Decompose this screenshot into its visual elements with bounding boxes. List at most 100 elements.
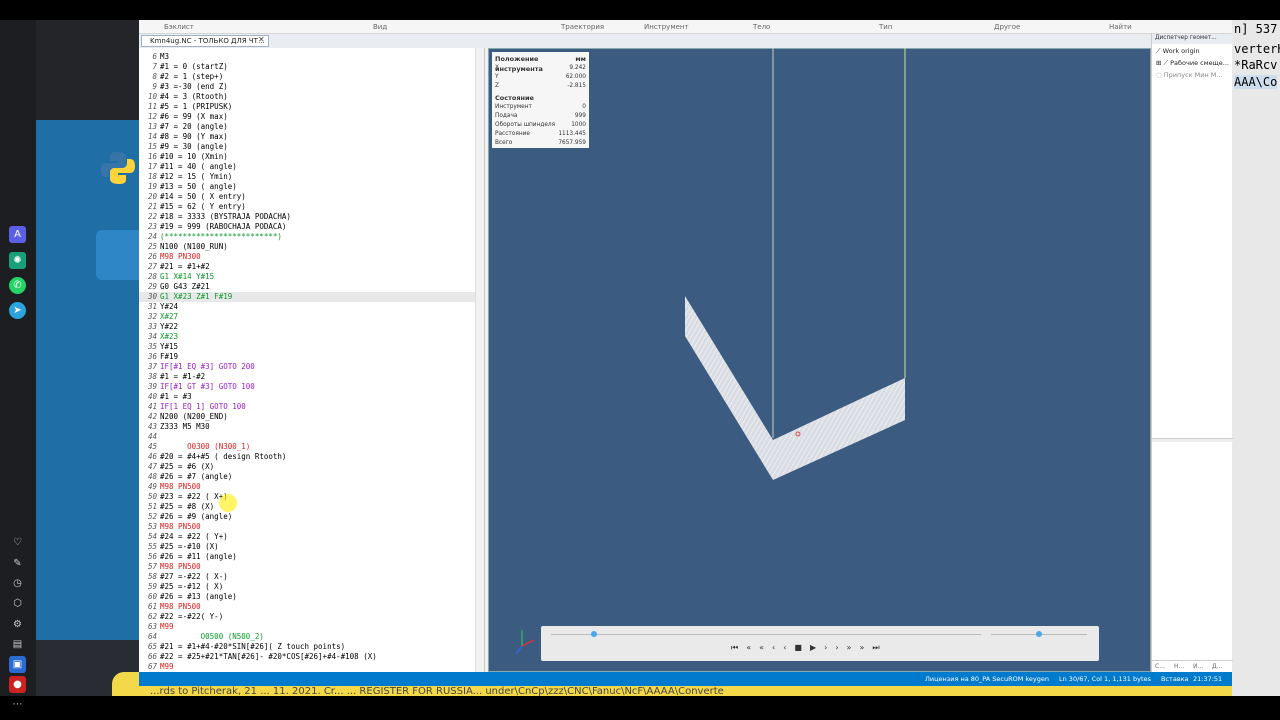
menu-item[interactable]: Вид bbox=[373, 23, 387, 31]
code-line[interactable]: 26 M98 PN300 bbox=[139, 252, 484, 262]
code-line[interactable]: 35 Y#15 bbox=[139, 342, 484, 352]
code-line[interactable]: 39 IF[#1 GT #3] GOTO 100 bbox=[139, 382, 484, 392]
code-line[interactable]: 11 #5 = 1 (PRIPUSK) bbox=[139, 102, 484, 112]
code-line[interactable]: 31 Y#24 bbox=[139, 302, 484, 312]
code-line[interactable]: 13 #7 = 20 (angle) bbox=[139, 122, 484, 132]
code-line[interactable]: 62 #22 =-#22( Y-) bbox=[139, 612, 484, 622]
code-line[interactable]: 63 M99 bbox=[139, 622, 484, 632]
code-line[interactable]: 10 #4 = 3 (Rtooth) bbox=[139, 92, 484, 102]
step-forward-3-icon[interactable]: » bbox=[847, 643, 852, 655]
step-forward-4-icon[interactable]: » bbox=[859, 643, 864, 655]
code-line[interactable]: 42 N200 (N200_END) bbox=[139, 412, 484, 422]
code-line[interactable]: 24 (*************************) bbox=[139, 232, 484, 242]
code-line[interactable]: 7 #1 = 0 (startZ) bbox=[139, 62, 484, 72]
code-line[interactable]: 23 #19 = 999 (RABOCHAJA PODACA) bbox=[139, 222, 484, 232]
heart-icon[interactable]: ♡ bbox=[9, 534, 26, 551]
tree-item-stock[interactable]: ◌ Припуск Мин М... bbox=[1156, 71, 1223, 79]
code-line[interactable]: 12 #6 = 99 (X max) bbox=[139, 112, 484, 122]
panel-tab[interactable]: И... bbox=[1193, 663, 1203, 670]
edit-icon[interactable]: ✎ bbox=[9, 555, 26, 572]
code-line[interactable]: 8 #2 = 1 (step+) bbox=[139, 72, 484, 82]
play-icon[interactable]: ▶ bbox=[810, 643, 816, 655]
step-back-icon[interactable]: ‹ bbox=[783, 643, 786, 655]
code-line[interactable]: 53 M98 PN500 bbox=[139, 522, 484, 532]
3d-viewport[interactable]: Положение инструмента мм X 9.242 Y 62.000 Z… bbox=[488, 48, 1151, 672]
code-line[interactable]: 45 O0300 (N300_1) bbox=[139, 442, 484, 452]
panel-tab[interactable]: Н... bbox=[1174, 663, 1184, 670]
skip-start-icon[interactable]: ⏮ bbox=[731, 643, 738, 655]
code-line[interactable]: 64 O0500 (N500_2) bbox=[139, 632, 484, 642]
code-line[interactable]: 58 #27 =-#22 ( X-) bbox=[139, 572, 484, 582]
code-line[interactable]: 32 X#27 bbox=[139, 312, 484, 322]
code-line[interactable]: 28 G1 X#14 Y#15 bbox=[139, 272, 484, 282]
menu-item[interactable]: Инструмент bbox=[644, 23, 689, 31]
code-editor[interactable]: 6 M3 7 #1 = 0 (startZ) 8 #2 = 1 (step+) 9 #3 =-… bbox=[139, 48, 485, 672]
speed-slider-thumb[interactable] bbox=[1036, 631, 1042, 637]
code-line[interactable]: 44 bbox=[139, 432, 484, 442]
code-line[interactable]: 49 M98 PN500 bbox=[139, 482, 484, 492]
code-line[interactable]: 50 #23 = #22 ( X+) bbox=[139, 492, 484, 502]
code-line[interactable]: 38 #1 = #1-#2 bbox=[139, 372, 484, 382]
record-icon[interactable]: ● bbox=[9, 676, 26, 693]
menu-item[interactable]: Траектория bbox=[561, 23, 604, 31]
aria-icon[interactable]: A bbox=[9, 226, 26, 243]
step-back-3-icon[interactable]: ‹ bbox=[772, 643, 775, 655]
close-icon[interactable]: ✕ bbox=[258, 35, 265, 44]
code-line[interactable]: 25 N100 (N100_RUN) bbox=[139, 242, 484, 252]
code-line[interactable]: 37 IF[#1 EQ #3] GOTO 200 bbox=[139, 362, 484, 372]
code-line[interactable]: 27 #21 = #1+#2 bbox=[139, 262, 484, 272]
skip-end-icon[interactable]: ⏭ bbox=[872, 643, 879, 655]
step-forward-2-icon[interactable]: › bbox=[835, 643, 838, 655]
code-line[interactable]: 51 #25 = #8 (X) bbox=[139, 502, 484, 512]
step-forward-icon[interactable]: › bbox=[824, 643, 827, 655]
code-line[interactable]: 46 #20 = #4+#5 ( design Rtooth) bbox=[139, 452, 484, 462]
code-line[interactable]: 33 Y#22 bbox=[139, 322, 484, 332]
code-line[interactable]: 18 #12 = 15 ( Ymin) bbox=[139, 172, 484, 182]
code-line[interactable]: 15 #9 = 30 (angle) bbox=[139, 142, 484, 152]
history-icon[interactable]: ◷ bbox=[9, 575, 26, 592]
telegram-icon[interactable]: ➤ bbox=[9, 302, 26, 319]
tree-item-offsets[interactable]: ⊞ ⟋ Рабочие смеще... bbox=[1156, 59, 1229, 68]
code-line[interactable]: 29 G0 G43 Z#21 bbox=[139, 282, 484, 292]
editor-scrollbar[interactable] bbox=[475, 48, 484, 672]
code-line[interactable]: 22 #18 = 3333 (BYSTRAJA PODACHA) bbox=[139, 212, 484, 222]
step-back-4-icon[interactable]: « bbox=[759, 643, 764, 655]
cube-icon[interactable]: ⬡ bbox=[9, 595, 26, 612]
menu-item[interactable]: Тело bbox=[753, 23, 770, 31]
code-line[interactable]: 20 #14 = 50 ( X entry) bbox=[139, 192, 484, 202]
code-line[interactable]: 19 #13 = 50 ( angle) bbox=[139, 182, 484, 192]
code-line[interactable]: 66 #22 = #25+#21*TAN[#26]- #20*COS[#26]+#… bbox=[139, 652, 484, 662]
code-line[interactable]: 54 #24 = #22 ( Y+) bbox=[139, 532, 484, 542]
code-line[interactable]: 21 #15 = 62 ( Y entry) bbox=[139, 202, 484, 212]
code-line[interactable]: 30 G1 X#23 Z#1 F#19 bbox=[139, 292, 484, 302]
file-icon[interactable]: ▤ bbox=[9, 636, 26, 653]
code-line[interactable]: 36 F#19 bbox=[139, 352, 484, 362]
code-line[interactable]: 55 #25 =-#10 (X) bbox=[139, 542, 484, 552]
code-line[interactable]: 43 Z333 M5 M30 bbox=[139, 422, 484, 432]
code-line[interactable]: 67 M99 bbox=[139, 662, 484, 672]
code-line[interactable]: 65 #21 = #1+#4-#20*SIN[#26]( Z touch poin… bbox=[139, 642, 484, 652]
code-line[interactable]: 47 #25 = #6 (X) bbox=[139, 462, 484, 472]
code-line[interactable]: 17 #11 = 40 ( angle) bbox=[139, 162, 484, 172]
progress-slider-thumb[interactable] bbox=[591, 631, 597, 637]
menu-item[interactable]: Бэклист bbox=[164, 23, 194, 31]
code-line[interactable]: 9 #3 =-30 (end Z) bbox=[139, 82, 484, 92]
code-line[interactable]: 16 #10 = 10 (Xmin) bbox=[139, 152, 484, 162]
panel-tab[interactable]: Д... bbox=[1212, 663, 1222, 670]
panel-tab[interactable]: С... bbox=[1155, 663, 1165, 670]
code-line[interactable]: 59 #25 =-#12 ( X) bbox=[139, 582, 484, 592]
settings-icon[interactable]: ⚙ bbox=[9, 616, 26, 633]
menu-item[interactable]: Найти bbox=[1109, 23, 1132, 31]
code-line[interactable]: 57 M98 PN500 bbox=[139, 562, 484, 572]
code-line[interactable]: 52 #26 = #9 (angle) bbox=[139, 512, 484, 522]
code-line[interactable]: 61 M98 PN500 bbox=[139, 602, 484, 612]
chatgpt-icon[interactable]: ✺ bbox=[9, 252, 26, 269]
code-line[interactable]: 56 #26 = #11 (angle) bbox=[139, 552, 484, 562]
stop-icon[interactable]: ■ bbox=[794, 643, 802, 655]
step-back-5-icon[interactable]: « bbox=[746, 643, 751, 655]
code-line[interactable]: 34 X#23 bbox=[139, 332, 484, 342]
code-line[interactable]: 60 #26 = #13 (angle) bbox=[139, 592, 484, 602]
menu-item[interactable]: Другое bbox=[994, 23, 1020, 31]
code-line[interactable]: 40 #1 = #3 bbox=[139, 392, 484, 402]
document-tab[interactable]: Kmn4ug.NC - ТОЛЬКО ДЛЯ ЧТ... bbox=[141, 35, 269, 47]
